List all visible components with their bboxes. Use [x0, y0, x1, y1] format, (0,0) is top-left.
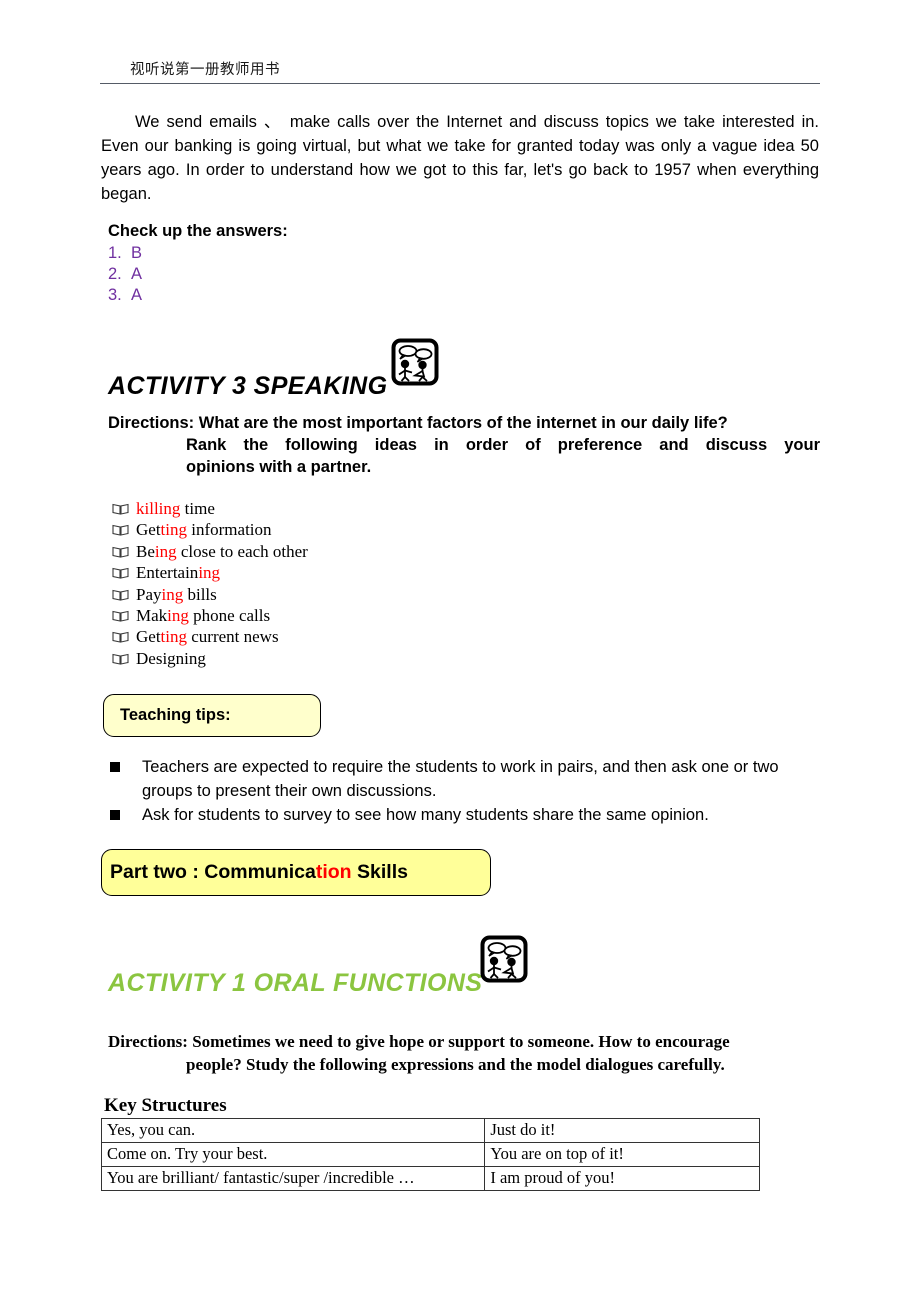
list-item[interactable]: Being close to each other — [112, 541, 308, 562]
table-cell-left: You are brilliant/ fantastic/super /incr… — [100, 1166, 486, 1191]
key-structures-title: Key Structures — [104, 1095, 227, 1116]
table-row: Come on. Try your best. You are on top o… — [100, 1142, 760, 1167]
activity-1-title: ACTIVITY 1 ORAL FUNCTIONS — [108, 968, 483, 997]
list-item-text: Making phone calls — [136, 605, 270, 626]
text-plain-before: Get — [136, 627, 161, 647]
list-item[interactable]: Entertaining — [112, 562, 308, 583]
book-icon — [112, 584, 136, 601]
text-plain-after: time — [180, 499, 215, 518]
square-bullet-icon — [110, 803, 142, 820]
banner-text-highlight: tion — [315, 861, 352, 883]
table-cell-right: I am proud of you! — [484, 1166, 760, 1191]
text-plain-before: Mak — [136, 605, 168, 625]
page-header: 视听说第一册教师用书 — [100, 58, 820, 84]
directions-line-2: Rank the following ideas in order of pre… — [186, 436, 820, 454]
book-icon — [112, 541, 136, 558]
answer-number: 3. — [108, 286, 122, 304]
text-highlight: ing — [154, 541, 177, 561]
text-plain-after: close to each other — [176, 541, 308, 561]
teaching-tips-list: Teachers are expected to require the stu… — [110, 755, 822, 827]
list-item-text: Paying bills — [136, 584, 217, 605]
directions-line-2: people? Study the following expressions … — [186, 1055, 725, 1074]
list-item[interactable]: Getting current news — [112, 626, 308, 647]
answer-number: 2. — [108, 265, 122, 283]
answer-row: 3. A — [108, 285, 142, 306]
text-plain-before: Designing — [136, 648, 206, 668]
banner-text-after: Skills — [351, 861, 408, 883]
document-page: 视听说第一册教师用书 We send emails 、 make calls o… — [0, 0, 920, 1302]
text-highlight: ing — [161, 584, 184, 604]
list-item: Ask for students to survey to see how ma… — [110, 803, 822, 827]
activity-1-directions: Directions: Sometimes we need to give ho… — [108, 1030, 820, 1076]
text-plain-before: Get — [136, 520, 161, 540]
list-item[interactable]: Paying bills — [112, 584, 308, 605]
header-divider — [100, 83, 820, 84]
tip-text: Ask for students to survey to see how ma… — [142, 806, 709, 824]
teaching-tips-box: Teaching tips: — [103, 694, 321, 737]
part-two-label: Part two : Communication Skills — [102, 861, 408, 884]
text-highlight: killing — [136, 499, 181, 518]
speaking-icon — [391, 338, 439, 386]
table-cell-left: Come on. Try your best. — [100, 1142, 486, 1167]
text-plain-before: Entertain — [136, 563, 199, 583]
activity-3-title: ACTIVITY 3 SPEAKING — [108, 371, 388, 400]
running-head: 视听说第一册教师用书 — [130, 62, 280, 78]
speaking-icon — [480, 935, 528, 983]
tip-text: Teachers are expected to require the stu… — [142, 758, 779, 800]
list-item[interactable]: Designing — [112, 648, 308, 669]
answer-value: B — [130, 244, 142, 262]
book-icon — [112, 626, 136, 644]
activity-3-heading-group: ACTIVITY 3 SPEAKING — [108, 338, 439, 408]
list-item[interactable]: killing time — [112, 498, 308, 519]
book-icon — [112, 648, 136, 665]
book-icon — [112, 519, 136, 537]
square-bullet-icon — [110, 755, 142, 772]
intro-paragraph: We send emails 、 make calls over the Int… — [101, 113, 819, 203]
table-row: You are brilliant/ fantastic/super /incr… — [100, 1166, 760, 1191]
list-item-text: Entertaining — [136, 562, 220, 583]
table-cell-right: You are on top of it! — [484, 1142, 760, 1167]
answer-row: 1. B — [108, 243, 142, 264]
answer-value: A — [130, 286, 142, 304]
ideas-list: killing time Getting information Being c… — [112, 498, 308, 669]
table-cell-right: Just do it! — [484, 1118, 760, 1143]
text-highlight: ing — [198, 563, 221, 583]
list-item[interactable]: Getting information — [112, 519, 308, 540]
book-icon — [112, 605, 136, 622]
text-plain-after: phone calls — [188, 605, 271, 625]
directions-line-3: opinions with a partner. — [186, 458, 372, 476]
list-item: Teachers are expected to require the stu… — [110, 755, 822, 803]
directions-line-1: Directions: Sometimes we need to give ho… — [108, 1032, 730, 1051]
list-item-text: Getting information — [136, 519, 272, 540]
list-item[interactable]: Making phone calls — [112, 605, 308, 626]
text-highlight: ing — [167, 605, 189, 625]
text-highlight: ting — [160, 520, 187, 540]
list-item-text: Designing — [136, 648, 206, 669]
text-plain-after: information — [187, 520, 272, 540]
directions-line-1: Directions: What are the most important … — [108, 414, 728, 432]
list-item-text: Getting current news — [136, 626, 279, 647]
book-icon — [112, 498, 136, 515]
table-row: Yes, you can. Just do it! — [100, 1118, 760, 1143]
banner-text-before: Part two : Communica — [110, 861, 316, 883]
text-plain-after: current news — [187, 627, 279, 647]
text-highlight: ting — [160, 627, 187, 647]
answers-list: 1. B 2. A 3. A — [108, 243, 142, 306]
answer-number: 1. — [108, 244, 122, 262]
answer-row: 2. A — [108, 264, 142, 285]
answers-title: Check up the answers: — [108, 222, 288, 240]
book-icon — [112, 562, 136, 579]
table-cell-left: Yes, you can. — [100, 1118, 486, 1143]
list-item-text: Being close to each other — [136, 541, 308, 562]
text-plain-after: bills — [183, 584, 217, 604]
text-plain-before: Pay — [136, 584, 162, 604]
teaching-tips-label: Teaching tips: — [120, 706, 231, 724]
answer-value: A — [130, 265, 142, 283]
activity-3-directions: Directions: What are the most important … — [108, 412, 820, 478]
key-structures-table: Yes, you can. Just do it! Come on. Try y… — [100, 1118, 760, 1191]
activity-1-heading-group: ACTIVITY 1 ORAL FUNCTIONS — [108, 935, 528, 1005]
text-plain-before: Be — [136, 541, 155, 561]
list-item-text: killing time — [136, 498, 215, 519]
part-two-banner: Part two : Communication Skills — [101, 849, 491, 896]
